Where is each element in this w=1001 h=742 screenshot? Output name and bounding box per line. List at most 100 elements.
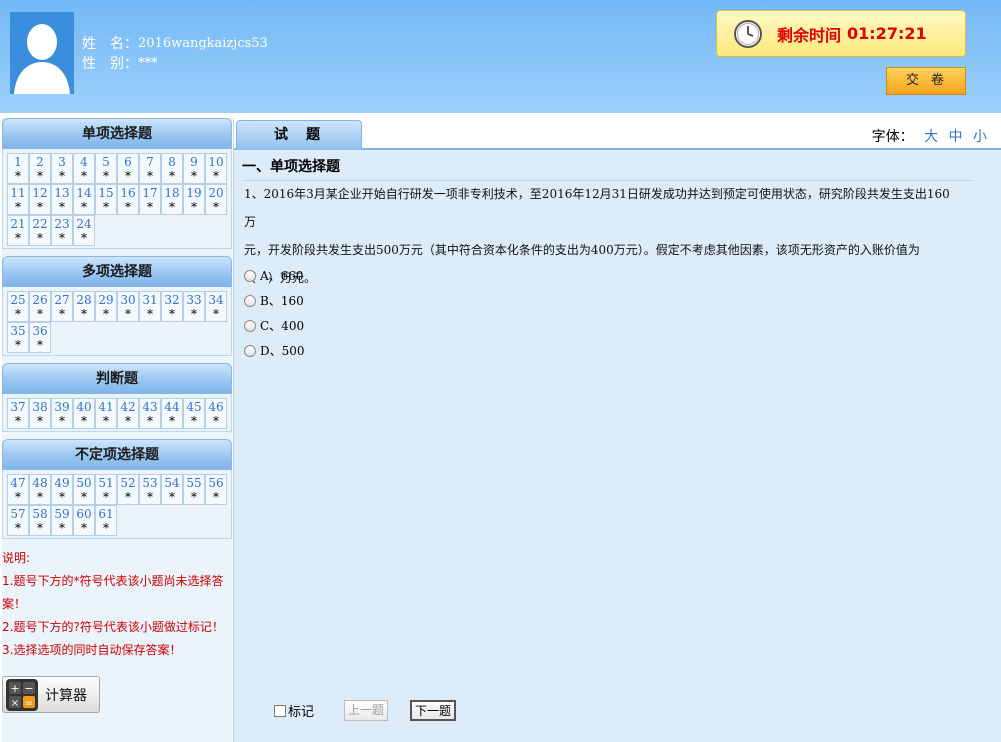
question-number-cell[interactable]: 49 *	[51, 474, 73, 505]
question-status: *	[59, 307, 65, 321]
question-number-cell[interactable]: 27 *	[51, 291, 73, 322]
option-c[interactable]: C、400	[244, 313, 305, 338]
question-number-cell[interactable]: 32 *	[161, 291, 183, 322]
question-number-cell[interactable]: 46 *	[205, 398, 227, 429]
question-number-cell[interactable]: 52 *	[117, 474, 139, 505]
option-b[interactable]: B、160	[244, 288, 305, 313]
section-title: 判断题	[2, 363, 232, 394]
question-number-cell[interactable]: 11 *	[7, 184, 29, 215]
question-number-cell[interactable]: 34 *	[205, 291, 227, 322]
question-number-cell[interactable]: 57 *	[7, 505, 29, 536]
question-number-cell[interactable]: 14 *	[73, 184, 95, 215]
question-number-cell[interactable]: 47 *	[7, 474, 29, 505]
submit-exam-button[interactable]: 交卷	[886, 67, 966, 95]
radio-button[interactable]	[244, 294, 256, 307]
question-number-cell[interactable]: 45 *	[183, 398, 205, 429]
question-number-cell[interactable]: 51 *	[95, 474, 117, 505]
font-size-large[interactable]: 大	[924, 129, 938, 145]
question-number-cell[interactable]: 18 *	[161, 184, 183, 215]
question-number-cell[interactable]: 50 *	[73, 474, 95, 505]
question-status: *	[81, 307, 87, 321]
question-number: 41	[98, 400, 114, 414]
question-number-cell[interactable]: 10 *	[205, 153, 227, 184]
svg-text:=: =	[25, 698, 33, 709]
question-number-cell[interactable]: 59 *	[51, 505, 73, 536]
question-number-cell[interactable]: 42 *	[117, 398, 139, 429]
question-number-cell[interactable]: 38 *	[29, 398, 51, 429]
question-grid: 47 * 48 * 49 * 50 * 51 * 52 * 53 * 54 * 55 * 56 * 57 * 58 * 59 * 6…	[2, 470, 232, 539]
question-number-cell[interactable]: 56 *	[205, 474, 227, 505]
font-size-small[interactable]: 小	[973, 129, 987, 145]
question-number-cell[interactable]: 40 *	[73, 398, 95, 429]
question-number-cell[interactable]: 13 *	[51, 184, 73, 215]
next-question-button[interactable]: 下一题	[410, 700, 457, 721]
question-number-cell[interactable]: 37 *	[7, 398, 29, 429]
question-number-cell[interactable]: 30 *	[117, 291, 139, 322]
question-number-cell[interactable]: 25 *	[7, 291, 29, 322]
question-status: *	[15, 231, 21, 245]
question-number: 7	[146, 155, 154, 169]
question-number: 17	[142, 186, 158, 200]
radio-button[interactable]	[244, 319, 256, 332]
question-status: *	[125, 490, 131, 504]
question-line: 1、2016年3月某企业开始自行研发一项非专利技术，至2016年12月31日研发…	[244, 187, 950, 229]
question-number-cell[interactable]: 44 *	[161, 398, 183, 429]
question-number-cell[interactable]: 5 *	[95, 153, 117, 184]
question-number-cell[interactable]: 4 *	[73, 153, 95, 184]
question-number-cell[interactable]: 54 *	[161, 474, 183, 505]
question-number-cell[interactable]: 41 *	[95, 398, 117, 429]
question-number-cell[interactable]: 29 *	[95, 291, 117, 322]
question-number-cell[interactable]: 39 *	[51, 398, 73, 429]
question-number-cell[interactable]: 48 *	[29, 474, 51, 505]
question-number-cell[interactable]: 2 *	[29, 153, 51, 184]
question-number-cell[interactable]: 53 *	[139, 474, 161, 505]
question-number-cell[interactable]: 12 *	[29, 184, 51, 215]
question-number-cell[interactable]: 24 *	[73, 215, 95, 246]
question-number-cell[interactable]: 6 *	[117, 153, 139, 184]
calculator-button[interactable]: + − × = 计算器	[2, 676, 100, 713]
question-status: *	[213, 307, 219, 321]
question-number-cell[interactable]: 21 *	[7, 215, 29, 246]
tab-bar: 试题 字体： 大 中 小	[234, 118, 1001, 150]
question-number-cell[interactable]: 60 *	[73, 505, 95, 536]
radio-button[interactable]	[244, 269, 256, 282]
question-grid: 37 * 38 * 39 * 40 * 41 * 42 * 43 * 44 * 45 * 46 *	[2, 394, 232, 432]
question-number-cell[interactable]: 31 *	[139, 291, 161, 322]
question-status: *	[15, 521, 21, 535]
question-number-cell[interactable]: 1 *	[7, 153, 29, 184]
question-number-cell[interactable]: 15 *	[95, 184, 117, 215]
question-number-cell[interactable]: 36 *	[29, 322, 51, 353]
question-number-cell[interactable]: 35 *	[7, 322, 29, 353]
option-a[interactable]: A、660	[244, 263, 305, 288]
question-status: *	[169, 307, 175, 321]
mark-checkbox[interactable]	[274, 704, 286, 717]
question-number: 47	[10, 476, 26, 490]
question-panel: 试题 字体： 大 中 小 一、单项选择题 1、2016年3月某企业开始自行研发一…	[233, 118, 1001, 742]
tab-questions[interactable]: 试题	[236, 120, 362, 150]
question-status: *	[169, 414, 175, 428]
question-number-cell[interactable]: 23 *	[51, 215, 73, 246]
question-number-cell[interactable]: 43 *	[139, 398, 161, 429]
question-number-cell[interactable]: 55 *	[183, 474, 205, 505]
question-number-cell[interactable]: 7 *	[139, 153, 161, 184]
question-number-cell[interactable]: 17 *	[139, 184, 161, 215]
question-number-cell[interactable]: 26 *	[29, 291, 51, 322]
question-number-cell[interactable]: 19 *	[183, 184, 205, 215]
question-number-cell[interactable]: 28 *	[73, 291, 95, 322]
font-size-medium[interactable]: 中	[949, 129, 963, 145]
question-number-cell[interactable]: 22 *	[29, 215, 51, 246]
question-number-cell[interactable]: 20 *	[205, 184, 227, 215]
question-number-cell[interactable]: 33 *	[183, 291, 205, 322]
option-d[interactable]: D、500	[244, 338, 305, 363]
question-number: 16	[120, 186, 136, 200]
question-number-cell[interactable]: 16 *	[117, 184, 139, 215]
radio-button[interactable]	[244, 344, 256, 357]
question-number-cell[interactable]: 3 *	[51, 153, 73, 184]
question-number: 56	[208, 476, 224, 490]
question-number-cell[interactable]: 9 *	[183, 153, 205, 184]
question-number-cell[interactable]: 61 *	[95, 505, 117, 536]
prev-question-button[interactable]: 上一题	[344, 700, 389, 721]
question-number-cell[interactable]: 8 *	[161, 153, 183, 184]
question-number-cell[interactable]: 58 *	[29, 505, 51, 536]
